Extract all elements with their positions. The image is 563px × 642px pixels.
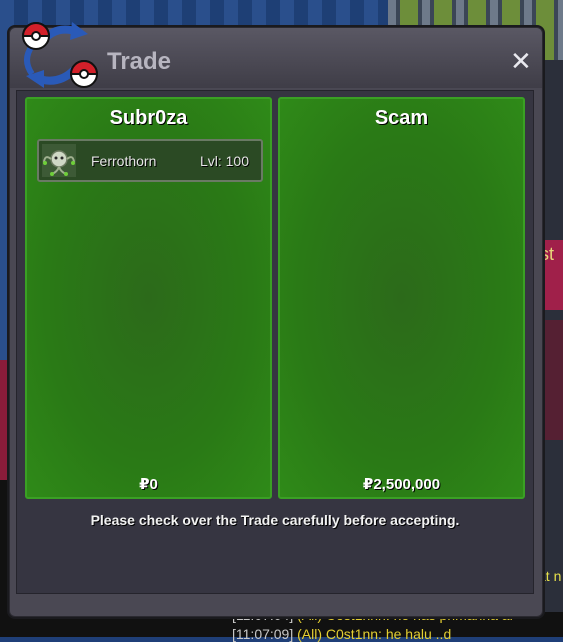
item-pokemon-level: Lvl: 100 [199, 153, 249, 169]
left-money-offer: ₽0 [139, 476, 158, 493]
trade-notice: Please check over the Trade carefully be… [90, 512, 460, 528]
chat-time: [11:07:09] [232, 626, 294, 642]
trade-window: Trade ✕ Subr0za Ferrothorn Lvl: 100 ₽0 S… [9, 22, 543, 617]
trade-item-ferrothorn[interactable]: Ferrothorn Lvl: 100 [37, 139, 263, 182]
trade-logo-icon [21, 22, 99, 88]
right-player-name: Scam [374, 107, 429, 129]
left-player-name: Subr0za [109, 107, 188, 129]
close-icon[interactable]: ✕ [510, 48, 532, 74]
chat-line: [11:07:09] (All) C0st1nn: he halu ..d [232, 626, 451, 642]
left-trade-panel: Subr0za Ferrothorn Lvl: 100 ₽0 [25, 97, 272, 499]
ferrothorn-icon [42, 144, 76, 177]
trade-content: Subr0za Ferrothorn Lvl: 100 ₽0 Scam ₽2,5… [16, 90, 534, 594]
chat-user: (All) C0st1nn: [297, 626, 382, 642]
chat-text: he halu ..d [381, 626, 452, 642]
window-title: Trade [107, 48, 172, 75]
right-trade-panel: Scam ₽2,500,000 [278, 97, 525, 499]
item-pokemon-name: Ferrothorn [91, 153, 157, 169]
right-money-offer: ₽2,500,000 [362, 476, 441, 493]
